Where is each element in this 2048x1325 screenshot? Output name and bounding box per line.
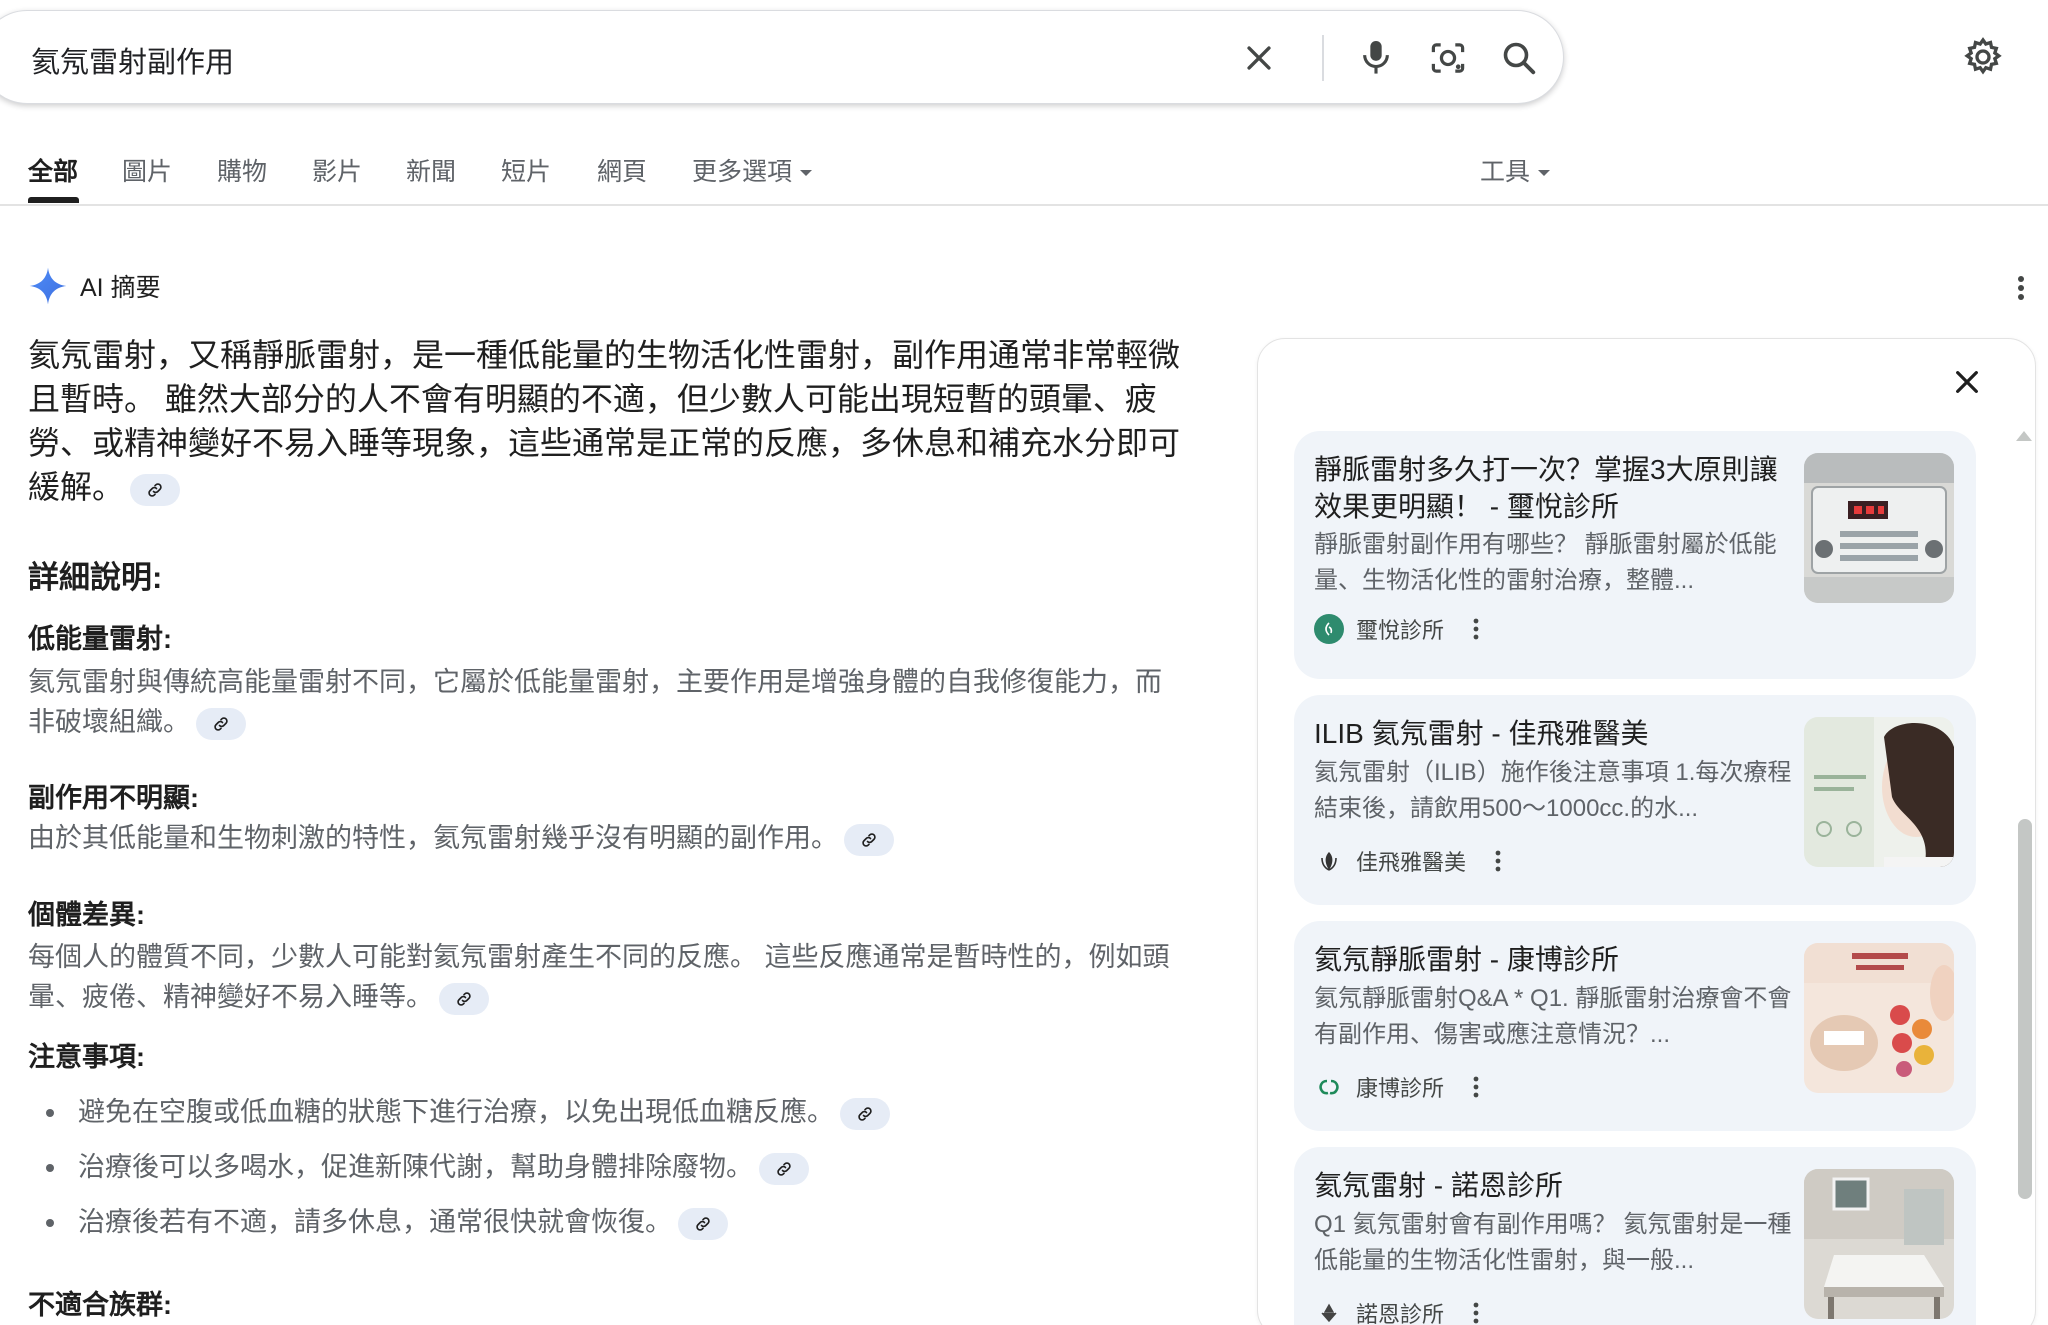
source-meta: 諾恩診所	[1314, 1297, 1486, 1325]
search-tabs: 全部 圖片 購物 影片 新聞 短片 網頁 更多選項 工具	[0, 140, 2048, 206]
source-name: 諾恩診所	[1356, 1302, 1445, 1325]
list-item: 避免在空腹或低血糖的狀態下進行治療，以免出現低血糖反應。	[28, 1085, 1188, 1140]
site-favicon-icon	[1314, 1072, 1344, 1102]
section-title-individual-diff: 個體差異:	[28, 900, 145, 930]
section-title-side-effects: 副作用不明顯:	[28, 783, 199, 813]
source-card[interactable]: 氦氖雷射 - 諾恩診所 Q1 氦氖雷射會有副作用嗎？ 氦氖雷射是一種低能量的生物…	[1294, 1147, 1976, 1325]
source-card[interactable]: ILIB 氦氖雷射 - 佳飛雅醫美 氦氖雷射（ILIB）施作後注意事項 1.每次…	[1294, 695, 1976, 905]
link-icon[interactable]	[759, 1152, 809, 1185]
link-icon[interactable]	[840, 1097, 890, 1130]
source-title[interactable]: ILIB 氦氖雷射 - 佳飛雅醫美	[1314, 715, 1804, 752]
scroll-up-arrow[interactable]	[2016, 431, 2032, 441]
tab-more-options[interactable]: 更多選項	[692, 152, 813, 188]
list-item: 治療後若有不適，請多休息，通常很快就會恢復。	[28, 1195, 1188, 1250]
source-title[interactable]: 氦氖雷射 - 諾恩診所	[1314, 1167, 1804, 1204]
tab-shopping[interactable]: 購物	[217, 152, 267, 188]
sources-panel: 靜脈雷射多久打一次？掌握3大原則讓效果更明顯！ - 璽悅診所 靜脈雷射副作用有哪…	[1257, 338, 2036, 1325]
link-icon[interactable]	[439, 982, 489, 1015]
sparkle-icon	[29, 267, 67, 305]
source-thumbnail	[1804, 453, 1954, 603]
section-body-text: 每個人的體質不同，少數人可能對氦氖雷射產生不同的反應。 這些反應通常是暫時性的，…	[28, 942, 1170, 1012]
link-icon[interactable]	[130, 473, 181, 506]
source-thumbnail	[1804, 717, 1954, 867]
search-bar[interactable]: 氦氖雷射副作用	[0, 10, 1564, 104]
chevron-down-icon	[800, 170, 813, 177]
section-body-side-effects: 由於其低能量和生物刺激的特性，氦氖雷射幾乎沒有明顯的副作用。	[28, 818, 1188, 858]
list-item-text: 治療後可以多喝水，促進新陳代謝，幫助身體排除廢物。	[78, 1152, 753, 1182]
precautions-list: 避免在空腹或低血糖的狀態下進行治療，以免出現低血糖反應。 治療後可以多喝水，促進…	[28, 1085, 1188, 1250]
source-meta: 璽悅診所	[1314, 613, 1486, 645]
close-icon[interactable]	[1942, 357, 1992, 407]
details-title: 詳細說明:	[28, 560, 163, 595]
source-title[interactable]: 靜脈雷射多久打一次？掌握3大原則讓效果更明顯！ - 璽悅診所	[1314, 451, 1804, 525]
scrollbar[interactable]	[2018, 819, 2032, 1199]
chevron-down-icon	[1538, 170, 1551, 177]
source-name: 康博診所	[1356, 1076, 1445, 1101]
tab-videos[interactable]: 影片	[312, 152, 362, 188]
more-vert-icon[interactable]	[1466, 614, 1486, 644]
active-tab-indicator	[28, 197, 79, 203]
more-vert-icon[interactable]	[1466, 1298, 1486, 1325]
search-icon[interactable]	[1494, 33, 1544, 83]
tab-web[interactable]: 網頁	[597, 152, 647, 188]
more-vert-icon[interactable]	[1488, 846, 1508, 876]
ai-overview-header: AI 摘要	[28, 264, 161, 308]
mic-icon[interactable]	[1351, 33, 1401, 83]
source-snippet: Q1 氦氖雷射會有副作用嗎？ 氦氖雷射是一種低能量的生物活化性雷射，與一般...	[1314, 1211, 1792, 1274]
source-snippet: 氦氖靜脈雷射Q&A * Q1. 靜脈雷射治療會不會有副作用、傷害或應注意情況？.…	[1314, 985, 1792, 1048]
source-snippet: 靜脈雷射副作用有哪些？ 靜脈雷射屬於低能量、生物活化性的雷射治療，整體...	[1314, 531, 1777, 594]
more-vert-icon[interactable]	[1466, 1072, 1486, 1102]
lens-icon[interactable]	[1423, 33, 1473, 83]
source-thumbnail	[1804, 1169, 1954, 1319]
section-body-text: 由於其低能量和生物刺激的特性，氦氖雷射幾乎沒有明顯的副作用。	[28, 823, 838, 853]
list-item: 治療後可以多喝水，促進新陳代謝，幫助身體排除廢物。	[28, 1140, 1188, 1195]
section-title-low-energy: 低能量雷射:	[28, 624, 172, 654]
gear-icon[interactable]	[1958, 32, 2008, 82]
list-item-text: 避免在空腹或低血糖的狀態下進行治療，以免出現低血糖反應。	[78, 1097, 834, 1127]
tab-short-videos[interactable]: 短片	[501, 152, 551, 188]
precautions-title: 注意事項:	[28, 1042, 145, 1072]
ai-overview-label: AI 摘要	[80, 274, 161, 302]
site-favicon-icon	[1314, 1298, 1344, 1325]
unsuitable-title: 不適合族群:	[28, 1290, 172, 1320]
list-item-text: 治療後若有不適，請多休息，通常很快就會恢復。	[78, 1207, 672, 1237]
tools-label: 工具	[1480, 158, 1531, 186]
source-snippet: 氦氖雷射（ILIB）施作後注意事項 1.每次療程結束後，請飲用500～1000c…	[1314, 759, 1792, 822]
search-input[interactable]: 氦氖雷射副作用	[31, 39, 234, 81]
source-meta: 佳飛雅醫美	[1314, 845, 1508, 877]
search-divider	[1322, 35, 1324, 81]
source-card[interactable]: 靜脈雷射多久打一次？掌握3大原則讓效果更明顯！ - 璽悅診所 靜脈雷射副作用有哪…	[1294, 431, 1976, 679]
section-body-low-energy: 氦氖雷射與傳統高能量雷射不同，它屬於低能量雷射，主要作用是增強身體的自我修復能力…	[28, 662, 1188, 742]
more-options-label: 更多選項	[692, 158, 793, 186]
close-icon[interactable]	[1234, 33, 1284, 83]
site-favicon-icon	[1314, 614, 1344, 644]
link-icon[interactable]	[678, 1207, 728, 1240]
tab-all[interactable]: 全部	[28, 152, 78, 188]
tools-button[interactable]: 工具	[1480, 152, 1551, 188]
link-icon[interactable]	[844, 823, 894, 856]
source-title[interactable]: 氦氖靜脈雷射 - 康博診所	[1314, 941, 1804, 978]
ai-summary: 氦氖雷射，又稱靜脈雷射，是一種低能量的生物活化性雷射，副作用通常非常輕微且暫時。…	[28, 333, 1188, 509]
summary-text: 氦氖雷射，又稱靜脈雷射，是一種低能量的生物活化性雷射，副作用通常非常輕微且暫時。…	[28, 337, 1181, 505]
source-thumbnail	[1804, 943, 1954, 1093]
site-favicon-icon	[1314, 846, 1344, 876]
source-meta: 康博診所	[1314, 1071, 1486, 1103]
more-vert-icon[interactable]	[2006, 268, 2036, 308]
source-name: 璽悅診所	[1356, 618, 1445, 643]
section-body-individual-diff: 每個人的體質不同，少數人可能對氦氖雷射產生不同的反應。 這些反應通常是暫時性的，…	[28, 937, 1188, 1017]
tab-news[interactable]: 新聞	[406, 152, 456, 188]
source-name: 佳飛雅醫美	[1356, 850, 1467, 875]
link-icon[interactable]	[196, 707, 246, 740]
tab-images[interactable]: 圖片	[122, 152, 172, 188]
source-card[interactable]: 氦氖靜脈雷射 - 康博診所 氦氖靜脈雷射Q&A * Q1. 靜脈雷射治療會不會有…	[1294, 921, 1976, 1131]
